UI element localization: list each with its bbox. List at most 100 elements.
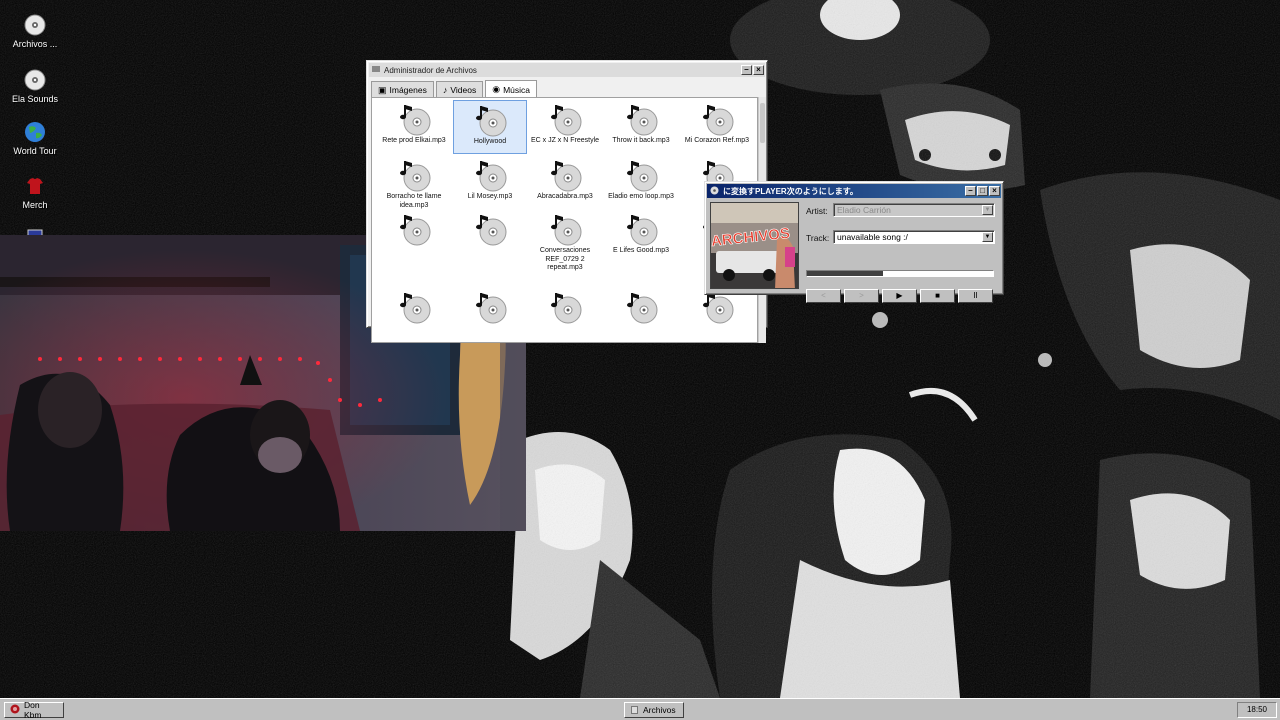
music-icon: ◉ bbox=[492, 84, 501, 94]
artist-select[interactable]: Eladio Carrión ▼ bbox=[833, 203, 995, 217]
music-file-icon bbox=[473, 290, 507, 324]
file-item[interactable]: Throw it back.mp3 bbox=[604, 100, 678, 146]
music-file-icon bbox=[700, 102, 734, 136]
file-item[interactable]: E Lifes Good.mp3 bbox=[604, 210, 678, 256]
film-icon: ♪ bbox=[442, 85, 448, 95]
file-item[interactable] bbox=[377, 288, 451, 325]
file-item[interactable] bbox=[453, 288, 527, 325]
artist-value: Eladio Carrión bbox=[837, 205, 891, 215]
next-button[interactable]: > bbox=[844, 289, 879, 303]
file-item[interactable] bbox=[528, 288, 602, 325]
track-value: unavailable song :/ bbox=[837, 232, 908, 242]
album-art: ARCHIVOS bbox=[710, 202, 799, 289]
tab-label: Música bbox=[503, 84, 530, 95]
file-item[interactable]: Conversaciones REF_0729 2 repeat.mp3 bbox=[528, 210, 602, 273]
prev-button[interactable]: < bbox=[806, 289, 841, 303]
folder-icon bbox=[372, 65, 380, 75]
desktop-icon-ela-sounds[interactable]: Ela Sounds bbox=[4, 69, 66, 104]
taskbar-item-archivos[interactable]: Archivos bbox=[624, 702, 684, 718]
player-app-icon bbox=[710, 186, 719, 197]
tab-label: Imágenes bbox=[389, 85, 427, 95]
music-file-icon bbox=[624, 212, 658, 246]
file-item[interactable]: Hollywood bbox=[453, 100, 527, 154]
desktop-icon-label: Archivos ... bbox=[12, 39, 58, 49]
file-item[interactable] bbox=[377, 210, 451, 247]
tab-imagenes[interactable]: ▣ Imágenes bbox=[371, 81, 434, 98]
minimize-button[interactable]: – bbox=[965, 186, 976, 196]
close-button[interactable]: × bbox=[989, 186, 1000, 196]
file-item[interactable]: EC x JZ x N Freestyle bbox=[528, 100, 602, 146]
play-button[interactable]: ▶ bbox=[882, 289, 917, 303]
desktop-icon-label: World Tour bbox=[13, 146, 57, 156]
start-label: Don Kbm bbox=[24, 700, 42, 720]
artist-label: Artist: bbox=[806, 206, 828, 216]
tab-musica[interactable]: ◉ Música bbox=[485, 80, 537, 98]
image-icon: ▣ bbox=[378, 84, 387, 95]
player-body: ARCHIVOS Artist: Eladio Carrión ▼ Track:… bbox=[705, 198, 1003, 303]
scrollbar-thumb[interactable] bbox=[760, 103, 765, 143]
taskbar: Don Kbm Archivos 18:50 bbox=[0, 698, 1280, 720]
track-select[interactable]: unavailable song :/ ▼ bbox=[833, 230, 995, 244]
file-name: Borracho te llame idea.mp3 bbox=[386, 193, 442, 209]
media-player-window[interactable]: に変換すPLAYER次のようにします。 – □ × ARCHIVOS Artis… bbox=[704, 181, 1004, 303]
music-file-icon bbox=[397, 212, 431, 246]
globe-icon bbox=[24, 121, 46, 143]
tab-videos[interactable]: ♪ Videos bbox=[435, 81, 484, 98]
desktop-icon-merch[interactable]: Merch bbox=[4, 175, 66, 210]
file-name: Abracadabra.mp3 bbox=[537, 193, 593, 200]
desktop-icon-archivos[interactable]: Archivos ... bbox=[4, 14, 66, 49]
player-titlebar[interactable]: に変換すPLAYER次のようにします。 – □ × bbox=[707, 184, 1001, 198]
system-clock: 18:50 bbox=[1237, 702, 1277, 718]
music-file-icon bbox=[624, 290, 658, 324]
music-file-icon bbox=[473, 212, 507, 246]
desktop-icon-world-tour[interactable]: World Tour bbox=[4, 121, 66, 156]
file-item[interactable]: Borracho te llame idea.mp3 bbox=[377, 156, 451, 210]
music-file-icon bbox=[548, 212, 582, 246]
tab-label: Videos bbox=[450, 85, 477, 95]
tshirt-icon bbox=[24, 175, 46, 197]
file-item[interactable] bbox=[453, 210, 527, 247]
minimize-button[interactable]: – bbox=[741, 65, 752, 75]
music-file-icon bbox=[624, 158, 658, 192]
file-item[interactable]: Abracadabra.mp3 bbox=[528, 156, 602, 202]
file-name: Throw it back.mp3 bbox=[612, 137, 670, 144]
playback-progress-bar[interactable] bbox=[806, 270, 994, 277]
file-grid: Rete prod Elkai.mp3 Hollywood EC x JZ x N … bbox=[371, 97, 758, 343]
file-name: Eladio emo loop.mp3 bbox=[608, 193, 674, 200]
track-label: Track: bbox=[806, 233, 830, 243]
music-file-icon bbox=[700, 290, 734, 324]
folder-icon bbox=[630, 705, 639, 716]
file-item[interactable]: Eladio emo loop.mp3 bbox=[604, 156, 678, 202]
cd-disc-icon bbox=[24, 14, 46, 36]
maximize-button[interactable]: □ bbox=[977, 186, 988, 196]
file-name: Hollywood bbox=[473, 138, 507, 145]
file-name: E Lifes Good.mp3 bbox=[612, 247, 670, 254]
file-item[interactable]: Rete prod Elkai.mp3 bbox=[377, 100, 451, 146]
music-file-icon bbox=[624, 102, 658, 136]
music-file-icon bbox=[473, 158, 507, 192]
close-button[interactable]: × bbox=[753, 65, 764, 75]
desktop-icon-label: Ela Sounds bbox=[11, 94, 59, 104]
file-item[interactable]: Lil Mosey.mp3 bbox=[453, 156, 527, 202]
file-item[interactable]: Mi Corazon Ref.mp3 bbox=[680, 100, 754, 146]
start-button[interactable]: Don Kbm bbox=[4, 700, 64, 720]
music-file-icon bbox=[473, 103, 507, 137]
window-title: に変換すPLAYER次のようにします。 bbox=[723, 186, 858, 196]
music-file-icon bbox=[548, 102, 582, 136]
file-name: Conversaciones REF_0729 2 repeat.mp3 bbox=[539, 247, 591, 271]
pause-button[interactable]: II bbox=[958, 289, 993, 303]
start-logo-icon bbox=[10, 704, 20, 716]
music-file-icon bbox=[397, 158, 431, 192]
file-name: Lil Mosey.mp3 bbox=[467, 193, 513, 200]
music-file-icon bbox=[548, 158, 582, 192]
stop-button[interactable]: ■ bbox=[920, 289, 955, 303]
taskbar-item-label: Archivos bbox=[643, 705, 676, 715]
file-name: Rete prod Elkai.mp3 bbox=[382, 137, 446, 144]
file-manager-titlebar[interactable]: Administrador de Archivos – × bbox=[369, 63, 765, 77]
desktop-icon-label: Merch bbox=[22, 200, 48, 210]
music-file-icon bbox=[397, 102, 431, 136]
window-title: Administrador de Archivos bbox=[384, 65, 477, 75]
file-name: EC x JZ x N Freestyle bbox=[530, 137, 600, 144]
file-item[interactable] bbox=[604, 288, 678, 325]
progress-fill bbox=[807, 271, 884, 276]
